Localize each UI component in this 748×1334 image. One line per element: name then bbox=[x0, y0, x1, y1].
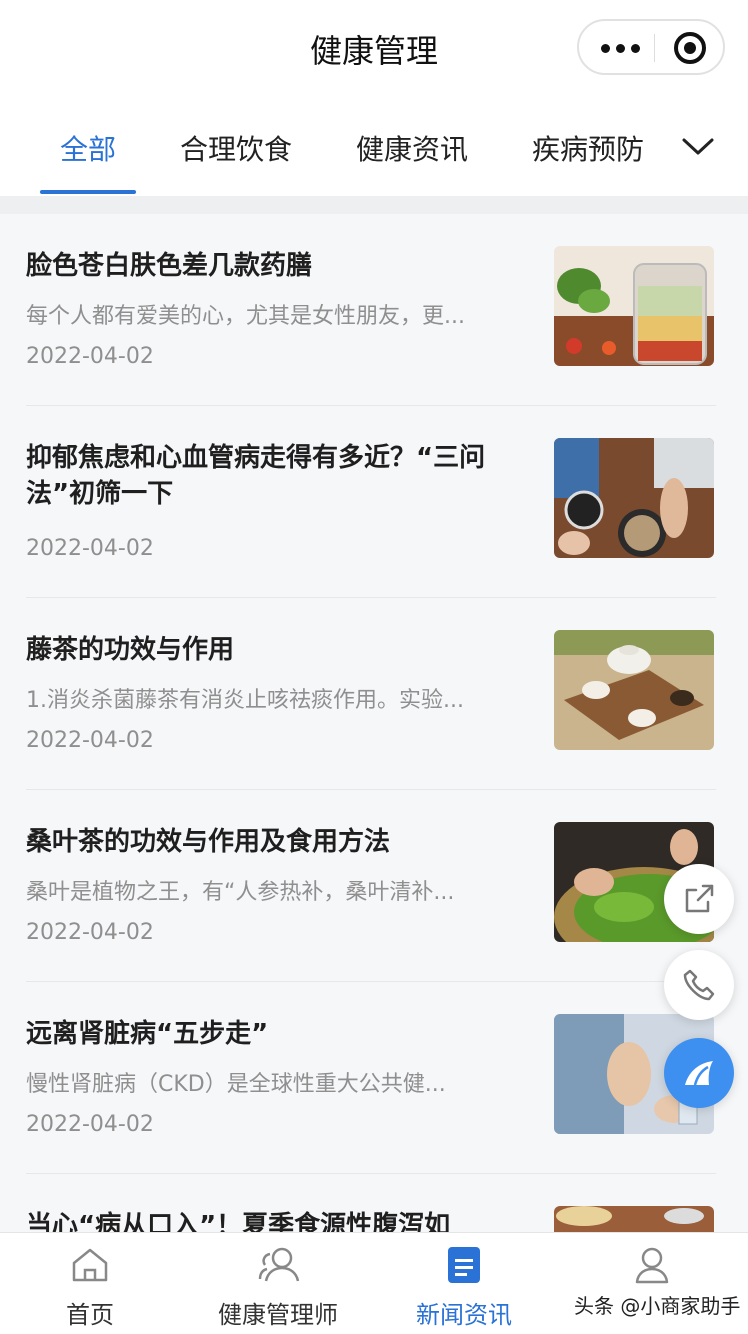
article-date: 2022-04-02 bbox=[26, 728, 154, 753]
article-title: 远离肾脏病“五步走” bbox=[26, 1019, 269, 1049]
share-icon bbox=[685, 884, 714, 913]
article-date: 2022-04-02 bbox=[26, 920, 154, 945]
user-icon bbox=[635, 1247, 669, 1284]
nav-bar: 健康管理 bbox=[0, 0, 748, 98]
article-date: 2022-04-02 bbox=[26, 344, 154, 369]
tea-set-image bbox=[554, 630, 714, 750]
tab-all[interactable]: 全部 bbox=[60, 128, 116, 168]
capsule-divider bbox=[654, 34, 655, 62]
desk-coffee-image bbox=[554, 438, 714, 558]
salad-jar-image bbox=[554, 246, 714, 366]
article-summary: 1.消炎杀菌藤茶有消炎止咳祛痰作用。实验... bbox=[26, 688, 464, 713]
article-summary: 每个人都有爱美的心，尤其是女性朋友，更... bbox=[26, 304, 465, 329]
chat-button[interactable] bbox=[664, 1038, 734, 1108]
article-item[interactable]: 藤茶的功效与作用 1.消炎杀菌藤茶有消炎止咳祛痰作用。实验... 2022-04… bbox=[26, 598, 716, 790]
chat-icon bbox=[685, 1061, 713, 1086]
close-target-icon[interactable] bbox=[674, 32, 706, 64]
article-item[interactable]: 当心“病从口入”！夏季食源性腹泻如 bbox=[26, 1174, 716, 1232]
article-title: 脸色苍白肤色差几款药膳 bbox=[26, 251, 313, 281]
nav-home[interactable]: 首页 bbox=[20, 1233, 160, 1334]
watermark: 头条 @小商家助手 bbox=[574, 1294, 741, 1318]
home-icon bbox=[72, 1248, 108, 1282]
nav-news[interactable]: 新闻资讯 bbox=[394, 1233, 534, 1334]
nav-health-managers-label: 健康管理师 bbox=[218, 1301, 338, 1329]
mini-program-capsule bbox=[577, 19, 725, 75]
tab-disease-prevention[interactable]: 疾病预防 bbox=[532, 128, 644, 168]
article-title: 抑郁焦虑和心血管病走得有多近？“三问法”初筛一下 bbox=[26, 443, 486, 509]
article-item[interactable]: 脸色苍白肤色差几款药膳 每个人都有爱美的心，尤其是女性朋友，更... 2022-… bbox=[26, 214, 716, 406]
article-title: 藤茶的功效与作用 bbox=[26, 635, 235, 665]
article-summary: 慢性肾脏病（CKD）是全球性重大公共健... bbox=[26, 1072, 446, 1097]
section-divider bbox=[0, 196, 748, 214]
article-list: 脸色苍白肤色差几款药膳 每个人都有爱美的心，尤其是女性朋友，更... 2022-… bbox=[0, 214, 748, 1232]
nav-home-label: 首页 bbox=[66, 1301, 114, 1329]
category-tabs: 全部 合理饮食 健康资讯 疾病预防 bbox=[0, 98, 748, 196]
article-title: 桑叶茶的功效与作用及食用方法 bbox=[26, 827, 391, 857]
chevron-down-icon[interactable] bbox=[680, 128, 716, 164]
article-date: 2022-04-02 bbox=[26, 1112, 154, 1137]
active-tab-indicator bbox=[40, 190, 136, 194]
call-button[interactable] bbox=[664, 950, 734, 1020]
nav-health-managers[interactable]: 健康管理师 bbox=[198, 1233, 358, 1334]
article-summary: 桑叶是植物之王，有“人参热补，桑叶清补... bbox=[26, 880, 455, 905]
nav-news-label: 新闻资讯 bbox=[416, 1301, 512, 1329]
share-button[interactable] bbox=[664, 864, 734, 934]
article-item[interactable]: 桑叶茶的功效与作用及食用方法 桑叶是植物之王，有“人参热补，桑叶清补... 20… bbox=[26, 790, 716, 982]
users-icon bbox=[258, 1247, 300, 1282]
article-title: 当心“病从口入”！夏季食源性腹泻如 bbox=[26, 1211, 451, 1232]
food-bowl-image bbox=[554, 1206, 714, 1232]
more-icon[interactable] bbox=[601, 38, 641, 58]
phone-icon bbox=[683, 969, 715, 1001]
document-icon bbox=[448, 1247, 480, 1283]
article-item[interactable]: 抑郁焦虑和心血管病走得有多近？“三问法”初筛一下 2022-04-02 bbox=[26, 406, 716, 598]
article-date: 2022-04-02 bbox=[26, 536, 154, 561]
tab-health-news[interactable]: 健康资讯 bbox=[356, 128, 468, 168]
article-item[interactable]: 远离肾脏病“五步走” 慢性肾脏病（CKD）是全球性重大公共健... 2022-0… bbox=[26, 982, 716, 1174]
tab-diet[interactable]: 合理饮食 bbox=[180, 128, 292, 168]
